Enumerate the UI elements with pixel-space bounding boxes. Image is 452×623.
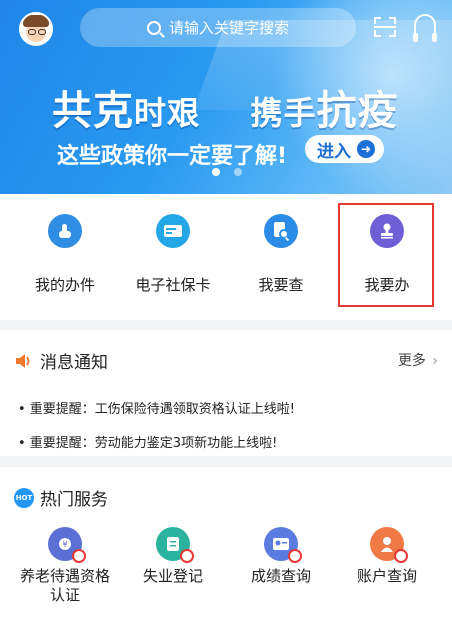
user-icon: [370, 527, 408, 563]
banner[interactable]: 请输入关键字搜索 共克时艰 携手抗疫 这些政策你一定要了解! 进入 ➜: [0, 0, 452, 194]
more-link[interactable]: 更多 ›: [398, 350, 438, 370]
notice-title: 消息通知: [40, 353, 108, 373]
scan-corner-bl: [374, 30, 381, 37]
arrow-right-icon: ➜: [357, 140, 375, 158]
banner-subtitle: 这些政策你一定要了解!: [57, 144, 288, 169]
customer-service-icon[interactable]: [413, 14, 437, 42]
scan-corner-tr: [389, 17, 396, 24]
quick-label: 电子社保卡: [135, 276, 211, 294]
banner-title-part3: 携手: [250, 94, 317, 132]
certificate-icon: [264, 527, 302, 563]
quick-label: 我要查: [258, 276, 304, 294]
hot-item-unemployment[interactable]: 失业登记: [118, 527, 228, 586]
avatar[interactable]: [19, 12, 53, 46]
avatar-glass-right: [38, 29, 46, 35]
quick-label: 我的办件: [34, 276, 95, 294]
quick-item-my-cases[interactable]: 我的办件: [10, 214, 120, 295]
hand-pointer-icon: [48, 214, 82, 248]
hot-label: 失业登记: [142, 567, 203, 585]
hot-label: 账户查询: [356, 567, 417, 585]
more-label: 更多: [397, 353, 426, 369]
hot-header: HOT 热门服务: [14, 485, 108, 510]
hot-item-pension-cert[interactable]: ¥ 养老待遇资格认证: [10, 527, 120, 605]
card-icon: [156, 214, 190, 248]
badge-icon: [72, 549, 86, 563]
carousel-dot[interactable]: [234, 168, 242, 176]
hot-icon: HOT: [14, 487, 34, 508]
search-icon: [146, 20, 161, 35]
enter-label: 进入: [317, 141, 351, 162]
avatar-glass-left: [28, 29, 36, 35]
search-placeholder: 请输入关键字搜索: [168, 19, 289, 37]
notice-item[interactable]: • 重要提醒：工伤保险待遇领取资格认证上线啦!: [18, 398, 295, 417]
scan-corner-tl: [374, 17, 381, 24]
svg-text:¥: ¥: [62, 540, 67, 549]
badge-icon: [288, 549, 302, 563]
hot-title: 热门服务: [40, 490, 108, 510]
hot-label: 养老待遇资格认证: [19, 567, 110, 604]
banner-title-part2: 时艰: [134, 94, 201, 132]
document-search-icon: [264, 214, 298, 248]
highlight-box: [338, 203, 434, 307]
banner-title-part1: 共克: [52, 88, 134, 134]
enter-button[interactable]: 进入 ➜: [305, 135, 384, 163]
avatar-hair: [23, 15, 49, 27]
carousel-dot-active[interactable]: [212, 168, 220, 176]
scan-line: [374, 26, 396, 28]
badge-icon: [394, 549, 408, 563]
badge-icon: [180, 549, 194, 563]
speaker-icon: [16, 353, 30, 368]
scan-corner-br: [389, 30, 396, 37]
chevron-right-icon: ›: [432, 353, 438, 369]
banner-title: 共克时艰 携手抗疫: [52, 78, 399, 136]
scan-icon[interactable]: [374, 17, 396, 37]
notice-section: 消息通知 更多 › • 重要提醒：工伤保险待遇领取资格认证上线啦! • 重要提醒…: [0, 330, 452, 456]
hot-services: HOT 热门服务 ¥ 养老待遇资格认证 失业登记 成绩查询 账户查询: [0, 467, 452, 623]
quick-item-query[interactable]: 我要查: [226, 214, 336, 295]
notice-header: 消息通知: [14, 348, 108, 373]
app-page: 请输入关键字搜索 共克时艰 携手抗疫 这些政策你一定要了解! 进入 ➜ 我的办件…: [0, 0, 452, 623]
quick-item-ss-card[interactable]: 电子社保卡: [118, 214, 228, 295]
carousel-dots[interactable]: [212, 168, 242, 176]
pension-icon: ¥: [48, 527, 86, 563]
notice-item[interactable]: • 重要提醒：劳动能力鉴定3项新功能上线啦!: [18, 432, 277, 451]
banner-title-part4: 抗疫: [316, 88, 399, 134]
hot-item-score-query[interactable]: 成绩查询: [226, 527, 336, 586]
register-icon: [156, 527, 194, 563]
hot-item-account-query[interactable]: 账户查询: [332, 527, 442, 586]
hot-label: 成绩查询: [250, 567, 311, 585]
search-input[interactable]: 请输入关键字搜索: [80, 8, 356, 47]
